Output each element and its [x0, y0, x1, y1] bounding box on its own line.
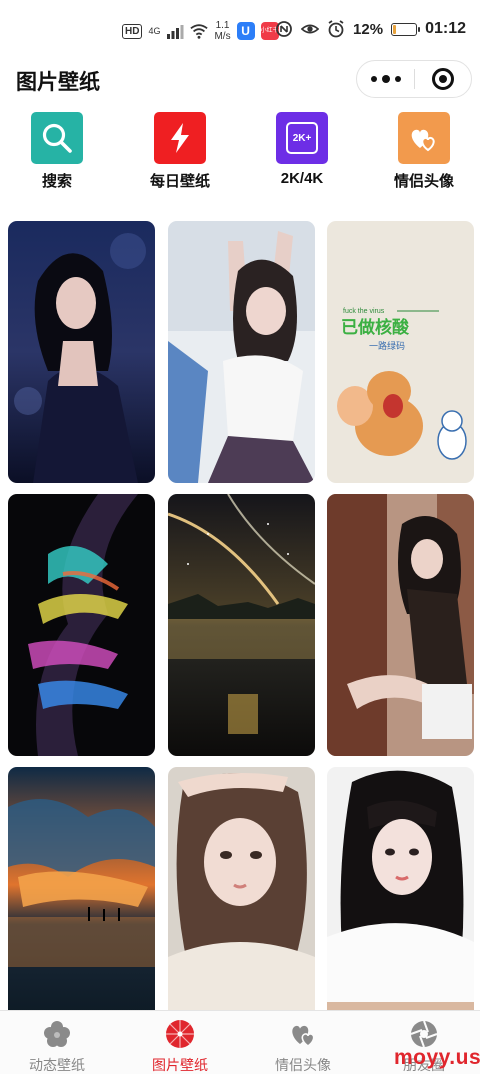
- tab-label: 情侣头像: [275, 1057, 331, 1073]
- tab-label: 图片壁纸: [152, 1057, 208, 1073]
- alarm-icon: [328, 20, 344, 38]
- wallpaper-girl-white-top[interactable]: [168, 221, 315, 483]
- category-search[interactable]: 搜索: [7, 112, 107, 191]
- category-search-tile: [31, 112, 83, 164]
- category-label: 每日壁纸: [149, 173, 210, 190]
- wallpaper-jerry-cartoon[interactable]: fuck the virus 已做核酸 一路绿码: [327, 221, 474, 483]
- speed-unit: M/s: [214, 31, 231, 42]
- search-icon: [42, 123, 72, 153]
- umbrella-icon: [165, 1019, 195, 1049]
- wallpaper-girl-night-dress[interactable]: [8, 221, 155, 483]
- wallpaper-girl-sweater[interactable]: [168, 767, 315, 1011]
- tab-couple-avatar[interactable]: 情侣头像: [243, 1019, 363, 1074]
- wallpaper-abstract-neon[interactable]: [8, 494, 155, 756]
- aperture-icon: [409, 1019, 439, 1049]
- wallpaper-image: [168, 221, 315, 483]
- badge-text: 2K+: [292, 132, 312, 144]
- hearts-icon: [288, 1019, 318, 1049]
- wallpaper-image: [327, 494, 474, 756]
- app-header: 图片壁纸: [0, 58, 480, 102]
- wallpaper-image: [168, 494, 315, 756]
- category-2k4k[interactable]: 2K+ 2K/4K: [252, 112, 352, 187]
- status-bar: HD 4G 1.1 M/s U 小红书 12% 01:12: [0, 0, 480, 60]
- close-mini-program-button[interactable]: [415, 61, 471, 97]
- battery-level: [393, 24, 397, 34]
- category-label: 情侣头像: [393, 173, 454, 190]
- wallpaper-girl-bangs[interactable]: [327, 767, 474, 1011]
- flower-icon: [42, 1019, 72, 1049]
- category-label: 搜索: [41, 173, 72, 190]
- wallpaper-galaxy-lake[interactable]: [168, 494, 315, 756]
- dot-icon: [370, 76, 377, 82]
- category-couple-tile: [398, 112, 450, 164]
- wallpaper-image: [8, 494, 155, 756]
- dot-icon: [394, 76, 401, 82]
- status-left: HD 4G 1.1 M/s U 小红书: [122, 20, 279, 42]
- nfc-icon: [276, 21, 292, 37]
- 2k-badge-icon: 2K+: [286, 122, 318, 154]
- wallpaper-headline: 已做核酸: [341, 317, 410, 338]
- wallpaper-subline: 一路绿码: [369, 340, 405, 352]
- wallpaper-grid: fuck the virus 已做核酸 一路绿码: [8, 221, 474, 1011]
- category-label: 2K/4K: [280, 170, 324, 187]
- hd-indicator: HD: [122, 23, 143, 39]
- page-title: 图片壁纸: [16, 71, 100, 94]
- battery-icon: [391, 22, 421, 36]
- wallpaper-image: [327, 767, 474, 1011]
- quick-categories: 搜索 每日壁纸 2K+ 2K/4K 情侣头像: [0, 112, 480, 192]
- wallpaper-image: [8, 767, 155, 1011]
- wallpaper-image: [168, 767, 315, 1011]
- wallpaper-sunset-clouds[interactable]: [8, 767, 155, 1011]
- tab-image-wallpaper[interactable]: 图片壁纸: [120, 1019, 240, 1074]
- network-speed: 1.1 M/s: [214, 20, 230, 42]
- target-icon: [431, 68, 454, 90]
- more-options-button[interactable]: [357, 61, 414, 97]
- wifi-icon: [190, 24, 209, 39]
- signal-bars-icon: [167, 25, 184, 39]
- hearts-icon: [411, 129, 435, 152]
- site-watermark: moyy.us: [394, 1046, 480, 1069]
- category-daily[interactable]: 每日壁纸: [130, 112, 230, 191]
- notification-app-icon: U: [236, 22, 255, 40]
- category-2k4k-tile: 2K+: [276, 112, 328, 164]
- clock: 01:12: [425, 20, 466, 37]
- wallpaper-girl-sitting-chair[interactable]: [327, 494, 474, 756]
- category-couple[interactable]: 情侣头像: [374, 112, 474, 191]
- dot-icon: [381, 75, 390, 83]
- speed-value: 1.1: [215, 20, 230, 31]
- battery-percent: 12%: [353, 20, 384, 38]
- status-right: 12% 01:12: [275, 20, 466, 38]
- tab-label: 动态壁纸: [29, 1057, 85, 1073]
- category-daily-tile: [154, 112, 206, 164]
- mini-program-capsule: [356, 60, 472, 98]
- lightning-icon: [171, 123, 189, 153]
- wallpaper-image: fuck the virus 已做核酸 一路绿码: [327, 221, 474, 483]
- wallpaper-caption: fuck the virus: [343, 308, 385, 315]
- tab-dynamic-wallpaper[interactable]: 动态壁纸: [0, 1019, 117, 1074]
- eye-icon: [301, 24, 320, 34]
- network-signal: 4G: [148, 25, 161, 36]
- wallpaper-image: [8, 221, 155, 483]
